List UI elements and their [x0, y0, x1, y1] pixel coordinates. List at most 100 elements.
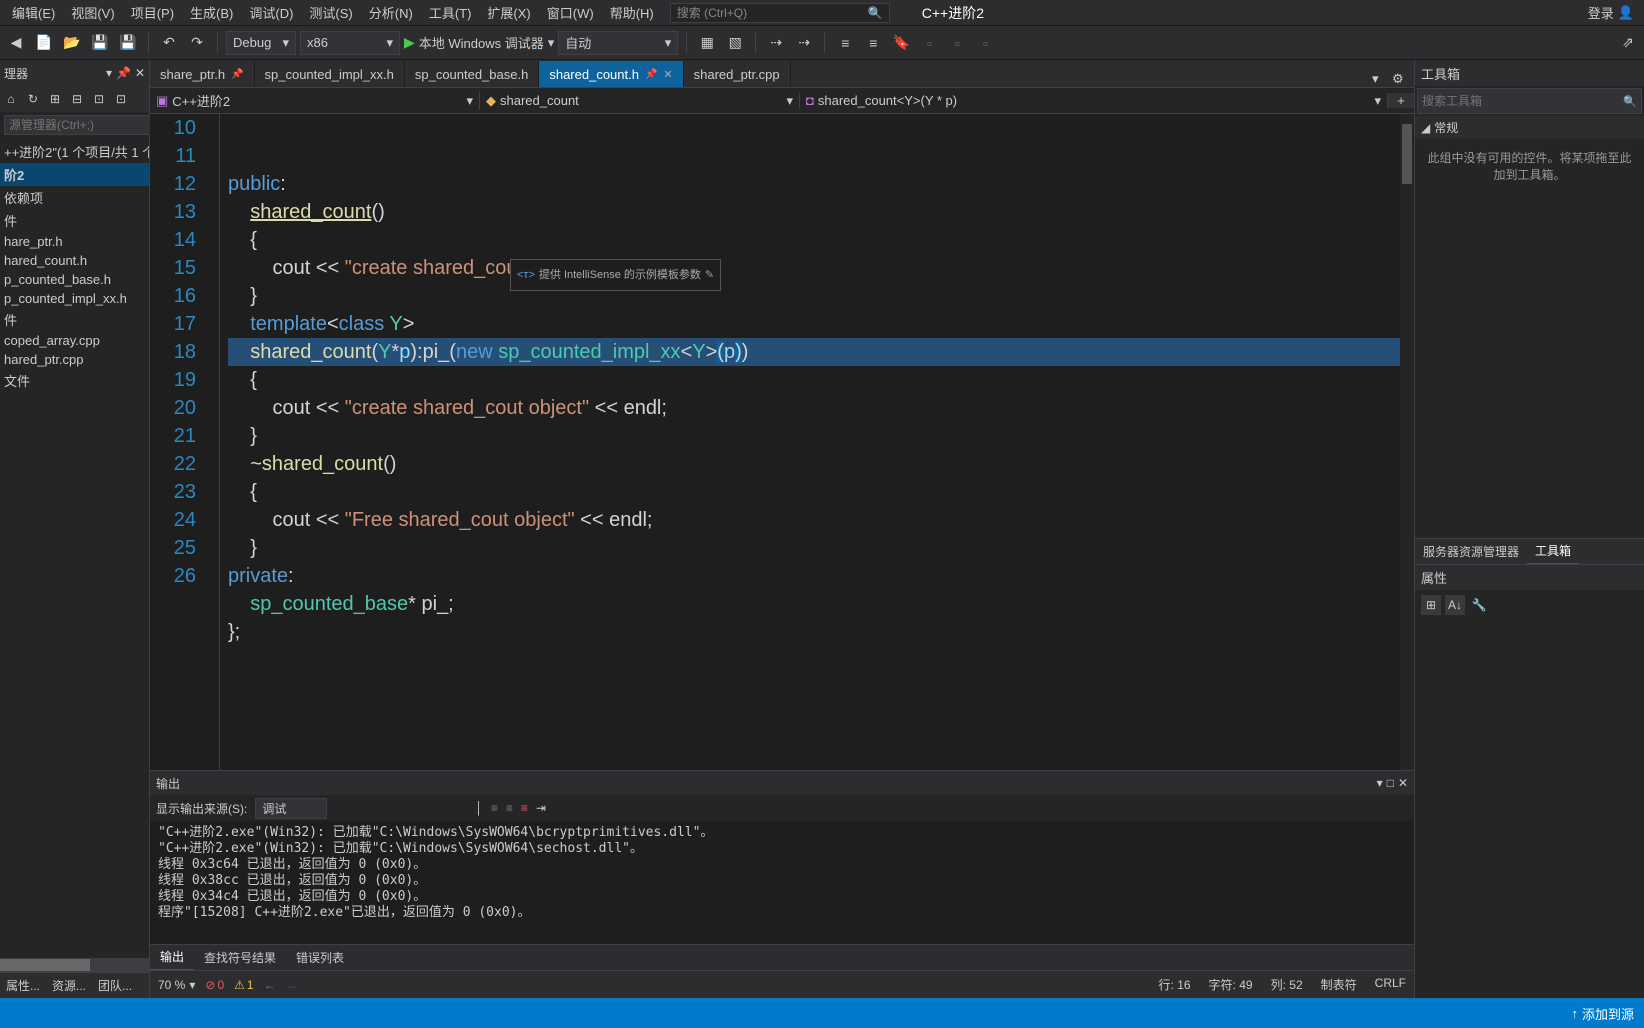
tree-item[interactable]: p_counted_base.h: [0, 270, 149, 289]
code-line[interactable]: template<class Y>: [228, 310, 1414, 338]
menu-item[interactable]: 视图(V): [63, 1, 122, 24]
code-line[interactable]: ~shared_count(): [228, 450, 1414, 478]
menu-item[interactable]: 窗口(W): [539, 1, 602, 24]
toolbar-icon-outdent[interactable]: ≡: [861, 31, 885, 55]
tab-dropdown[interactable]: ▾: [1372, 71, 1390, 87]
props-alpha-icon[interactable]: A↓: [1445, 595, 1465, 615]
error-count[interactable]: ⊘0: [205, 978, 224, 992]
tab-settings-icon[interactable]: ⚙: [1392, 71, 1410, 87]
code-content[interactable]: public: shared_count() { cout << "create…: [220, 114, 1414, 770]
line-ending[interactable]: CRLF: [1375, 976, 1406, 993]
menu-item[interactable]: 分析(N): [361, 1, 421, 24]
menu-item[interactable]: 扩展(X): [479, 1, 538, 24]
tree-item[interactable]: coped_array.cpp: [0, 331, 149, 350]
left-bottom-tab[interactable]: 属性...: [0, 973, 46, 998]
project-node[interactable]: 阶2: [0, 163, 149, 186]
tree-item[interactable]: p_counted_impl_xx.h: [0, 289, 149, 308]
toolbox-search[interactable]: 🔍: [1417, 88, 1642, 114]
code-line[interactable]: sp_counted_base* pi_;: [228, 590, 1414, 618]
tool-icon-3[interactable]: ⊞: [46, 90, 64, 108]
output-tab[interactable]: 输出: [150, 944, 194, 971]
maximize-icon[interactable]: □: [1387, 776, 1394, 790]
code-line[interactable]: };: [228, 618, 1414, 646]
tree-item[interactable]: hare_ptr.h: [0, 232, 149, 251]
toolbar-icon-indent[interactable]: ≡: [833, 31, 857, 55]
code-line[interactable]: cout << "create shared_cout object" << e…: [228, 394, 1414, 422]
code-line[interactable]: }: [228, 534, 1414, 562]
menu-item[interactable]: 调试(D): [241, 1, 301, 24]
warning-count[interactable]: ⚠1: [234, 978, 253, 992]
output-source-dropdown[interactable]: 调试: [255, 798, 327, 819]
code-line[interactable]: {: [228, 366, 1414, 394]
back-button[interactable]: ◀: [4, 31, 28, 55]
code-line[interactable]: shared_count(): [228, 198, 1414, 226]
close-icon[interactable]: ✕: [663, 68, 672, 81]
editor-tab[interactable]: sp_counted_impl_xx.h: [255, 61, 405, 87]
menu-item[interactable]: 帮助(H): [602, 1, 662, 24]
intellisense-hint[interactable]: <т> 提供 IntelliSense 的示例模板参数 ✎: [510, 259, 721, 291]
close-icon[interactable]: ✕: [135, 66, 145, 80]
code-editor[interactable]: 1011121314151617181920212223242526 publi…: [150, 114, 1414, 770]
code-line[interactable]: shared_count(Y*p):pi_(new sp_counted_imp…: [228, 338, 1414, 366]
dropdown-icon[interactable]: ▾: [106, 66, 112, 80]
tree-item[interactable]: 依赖项: [0, 186, 149, 209]
code-line[interactable]: }: [228, 422, 1414, 450]
output-tab[interactable]: 查找符号结果: [194, 945, 286, 970]
nav-back[interactable]: ←: [264, 978, 276, 992]
nav-forward[interactable]: →: [286, 978, 298, 992]
left-bottom-tab[interactable]: 团队...: [92, 973, 138, 998]
code-line[interactable]: }: [228, 282, 1414, 310]
undo-button[interactable]: ↶: [157, 31, 181, 55]
code-line[interactable]: cout << "Free shared_cout object" << end…: [228, 506, 1414, 534]
config-dropdown[interactable]: Debug ▾: [226, 31, 296, 55]
pin-icon[interactable]: 📌: [231, 69, 243, 80]
home-icon[interactable]: ⌂: [2, 90, 20, 108]
output-tool-1[interactable]: ≡: [491, 801, 498, 815]
tree-item[interactable]: 件: [0, 209, 149, 232]
tree-item[interactable]: 件: [0, 308, 149, 331]
output-tool-2[interactable]: ≡: [506, 801, 513, 815]
redo-button[interactable]: ↷: [185, 31, 209, 55]
save-all-button[interactable]: 💾: [116, 31, 140, 55]
scrollbar-horizontal[interactable]: [0, 958, 149, 972]
tool-icon-5[interactable]: ⊡: [90, 90, 108, 108]
tool-icon-6[interactable]: ⊡: [112, 90, 130, 108]
menu-item[interactable]: 生成(B): [182, 1, 241, 24]
fold-column[interactable]: [206, 114, 220, 770]
editor-scrollbar[interactable]: [1400, 114, 1414, 770]
login-button[interactable]: 登录 👤: [1588, 3, 1640, 22]
platform-dropdown[interactable]: x86 ▾: [300, 31, 400, 55]
bookmark-icon[interactable]: 🔖: [889, 31, 913, 55]
pin-icon[interactable]: 📌: [116, 66, 131, 80]
edit-icon[interactable]: ✎: [705, 261, 714, 289]
run-debugger-button[interactable]: ▶ 本地 Windows 调试器 ▾: [404, 33, 554, 52]
add-nav-icon[interactable]: +: [1388, 93, 1414, 108]
pin-icon[interactable]: 📌: [645, 69, 657, 80]
toolbar-icon-4[interactable]: ⇢: [792, 31, 816, 55]
mode-dropdown[interactable]: 自动 ▾: [558, 31, 678, 55]
nav-member[interactable]: ◘ shared_count<Y>(Y * p) ▾: [800, 93, 1388, 109]
editor-tab[interactable]: shared_ptr.cpp: [684, 61, 791, 87]
right-tab[interactable]: 服务器资源管理器: [1415, 539, 1527, 564]
tool-icon-4[interactable]: ⊟: [68, 90, 86, 108]
toolbar-icon-2[interactable]: ▧: [723, 31, 747, 55]
toolbar-icon-5[interactable]: ▫: [917, 31, 941, 55]
open-button[interactable]: 📂: [60, 31, 84, 55]
tree-item[interactable]: hared_ptr.cpp: [0, 350, 149, 369]
output-text[interactable]: "C++进阶2.exe"(Win32): 已加载"C:\Windows\SysW…: [150, 821, 1414, 944]
close-icon[interactable]: ✕: [1398, 776, 1408, 790]
code-line[interactable]: public:: [228, 170, 1414, 198]
props-categorized-icon[interactable]: ⊞: [1421, 595, 1441, 615]
explorer-search-input[interactable]: [4, 115, 169, 135]
solution-tree[interactable]: ++进阶2"(1 个项目/共 1 个 阶2 依赖项件hare_ptr.hhare…: [0, 138, 149, 958]
solution-node[interactable]: ++进阶2"(1 个项目/共 1 个: [0, 140, 149, 163]
nav-scope[interactable]: ▣ C++进阶2 ▾: [150, 91, 480, 110]
menu-item[interactable]: 编辑(E): [4, 1, 63, 24]
tree-item[interactable]: 文件: [0, 369, 149, 392]
code-line[interactable]: private:: [228, 562, 1414, 590]
new-file-button[interactable]: 📄: [32, 31, 56, 55]
output-tab[interactable]: 错误列表: [286, 945, 354, 970]
left-bottom-tab[interactable]: 资源...: [46, 973, 92, 998]
toolbar-icon-3[interactable]: ⇢: [764, 31, 788, 55]
save-button[interactable]: 💾: [88, 31, 112, 55]
